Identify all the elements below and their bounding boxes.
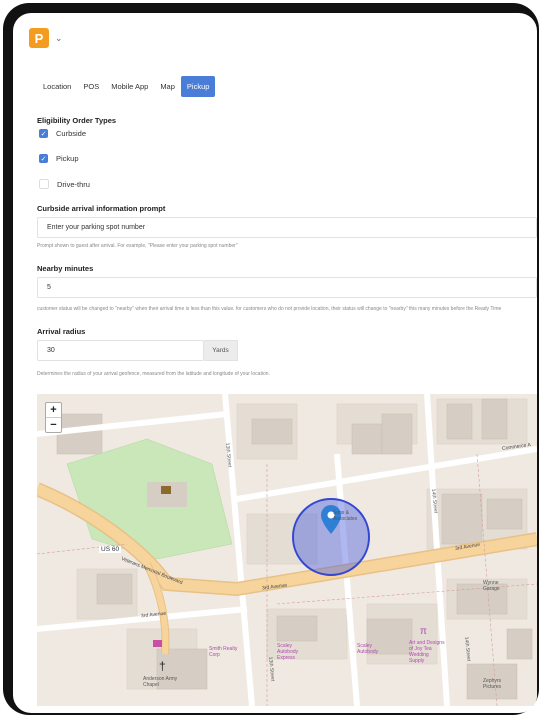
- label-poi1: Scaley Autobody Express: [277, 643, 299, 661]
- label-chapel: Anderson Army Chapel: [143, 676, 178, 688]
- church-icon: †: [159, 659, 166, 673]
- tab-pickup[interactable]: Pickup: [180, 76, 216, 97]
- map-view[interactable]: π † 13th Street 13th Street 14th Street …: [37, 394, 537, 706]
- gift-icon: π: [420, 626, 427, 637]
- label-poi3: Art and Designs of Joy Tea Wedding Suppl…: [409, 640, 445, 664]
- label-zephyr: Zephyrs Pictures: [483, 678, 502, 690]
- curbside-helper: Prompt shown to guest after arrival. For…: [37, 243, 238, 249]
- checkbox-unchecked-icon[interactable]: [39, 179, 49, 189]
- label-poi2: Scaley Autobody: [357, 643, 379, 655]
- radius-unit-addon: Yards: [204, 340, 238, 361]
- curbside-label: Curbside: [56, 129, 87, 138]
- zoom-in-button[interactable]: +: [46, 403, 61, 418]
- label-us60: US 60: [99, 546, 122, 553]
- pickup-label: Pickup: [56, 154, 79, 163]
- label-marker-poi: Sons & Associates: [333, 510, 358, 522]
- zoom-control: + −: [45, 402, 62, 433]
- pickup-option[interactable]: ✓ Pickup: [39, 154, 79, 163]
- tab-pos[interactable]: POS: [77, 76, 105, 97]
- shop-icon: [153, 640, 162, 647]
- curbside-option[interactable]: ✓ Curbside: [39, 129, 86, 138]
- tab-bar: Location POS Mobile App Map Pickup: [37, 76, 216, 97]
- checkbox-checked-icon[interactable]: ✓: [39, 154, 48, 163]
- tab-mobile-app[interactable]: Mobile App: [105, 76, 154, 97]
- checkbox-checked-icon[interactable]: ✓: [39, 129, 48, 138]
- curbside-prompt-title: Curbside arrival information prompt: [37, 204, 166, 213]
- chevron-down-icon[interactable]: ⌄: [55, 33, 63, 44]
- arrival-radius-title: Arrival radius: [37, 327, 86, 336]
- tab-location[interactable]: Location: [37, 76, 77, 97]
- curbside-prompt-input[interactable]: Enter your parking spot number: [37, 217, 537, 238]
- eligibility-title: Eligibility Order Types: [37, 116, 117, 125]
- zoom-out-button[interactable]: −: [46, 418, 61, 432]
- device-frame: P ⌄ Location POS Mobile App Map Pickup E…: [3, 3, 539, 715]
- nearby-minutes-title: Nearby minutes: [37, 264, 94, 273]
- app-logo[interactable]: P: [29, 28, 49, 48]
- top-bar: P ⌄: [29, 27, 63, 49]
- nearby-helper: customer status will be changed to "near…: [37, 306, 502, 312]
- radius-helper: Determines the radius of your arrival ge…: [37, 371, 270, 377]
- app-screen: P ⌄ Location POS Mobile App Map Pickup E…: [13, 13, 537, 713]
- drive-thru-option[interactable]: Drive-thru: [39, 179, 90, 189]
- drive-thru-label: Drive-thru: [57, 179, 90, 189]
- label-poi4: Smith Realty Corp: [209, 646, 238, 658]
- arrival-radius-input[interactable]: 30: [37, 340, 204, 361]
- label-wynne: Wynne Garage: [483, 580, 500, 592]
- tab-map[interactable]: Map: [154, 76, 181, 97]
- mail-icon: [161, 486, 171, 494]
- nearby-minutes-input[interactable]: 5: [37, 277, 537, 298]
